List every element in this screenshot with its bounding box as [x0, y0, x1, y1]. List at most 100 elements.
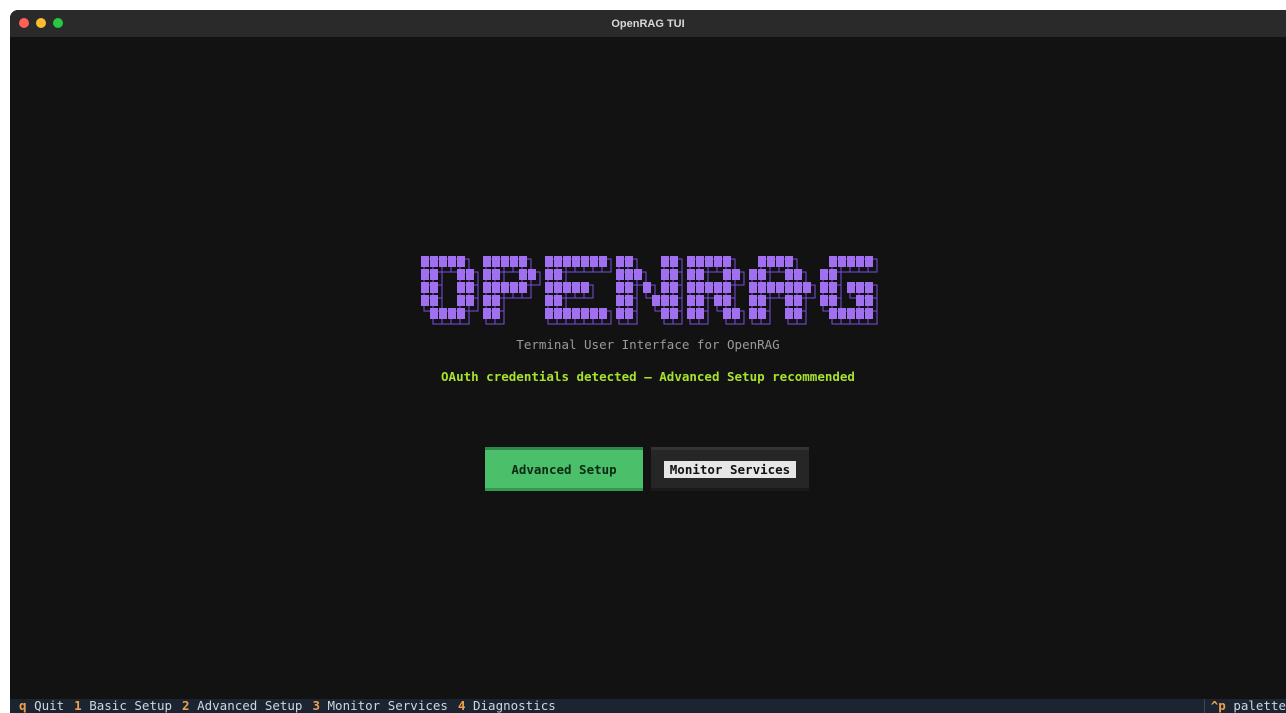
- logo-block: [670, 295, 678, 306]
- logo-block: [794, 295, 802, 306]
- logo-block: [714, 256, 722, 267]
- terminal-window: OpenRAG TUI Terminal User Interface for …: [10, 10, 1286, 713]
- logo-block: [545, 282, 553, 293]
- logo-block: [466, 295, 474, 306]
- oauth-notice: OAuth credentials detected — Advanced Se…: [441, 369, 855, 384]
- logo-block: [794, 282, 802, 293]
- logo-block: [625, 256, 633, 267]
- footer-palette-binding[interactable]: ^p palette: [1203, 699, 1286, 713]
- logo-block: [519, 269, 527, 280]
- logo-block: [528, 269, 536, 280]
- logo-block: [856, 295, 864, 306]
- logo-block: [670, 256, 678, 267]
- logo-block: [457, 295, 465, 306]
- logo-block: [545, 256, 553, 267]
- footer-binding-advanced-setup[interactable]: 2 Advanced Setup: [182, 698, 302, 713]
- close-window-button[interactable]: [19, 18, 29, 28]
- logo-block: [581, 308, 589, 319]
- logo-block: [670, 269, 678, 280]
- logo-block: [519, 256, 527, 267]
- logo-block: [616, 295, 624, 306]
- logo-block: [696, 269, 704, 280]
- logo-block: [492, 308, 500, 319]
- logo-block: [448, 308, 456, 319]
- logo-block: [767, 282, 775, 293]
- logo-block: [483, 308, 491, 319]
- logo-block: [732, 269, 740, 280]
- logo-block: [519, 282, 527, 293]
- logo-block: [723, 269, 731, 280]
- logo-block: [421, 295, 429, 306]
- logo-block: [581, 256, 589, 267]
- logo-block: [705, 282, 713, 293]
- window-controls: [19, 18, 63, 28]
- logo-block: [785, 308, 793, 319]
- logo-block: [625, 295, 633, 306]
- logo-block: [545, 308, 553, 319]
- logo-block: [767, 256, 775, 267]
- logo-block: [625, 308, 633, 319]
- logo-block: [696, 256, 704, 267]
- logo-block: [829, 282, 837, 293]
- footer-binding-quit[interactable]: q Quit: [19, 698, 64, 713]
- window-title: OpenRAG TUI: [611, 17, 685, 30]
- monitor-services-button[interactable]: Monitor Services: [651, 447, 809, 491]
- footer-binding-monitor-services[interactable]: 3 Monitor Services: [312, 698, 447, 713]
- logo-block: [457, 256, 465, 267]
- logo-block: [696, 295, 704, 306]
- advanced-setup-label: Advanced Setup: [511, 461, 617, 477]
- logo-block: [599, 308, 607, 319]
- logo-block: [510, 282, 518, 293]
- logo-block: [590, 256, 598, 267]
- logo-block: [847, 256, 855, 267]
- logo-block: [758, 269, 766, 280]
- logo-block: [457, 308, 465, 319]
- logo-block: [785, 256, 793, 267]
- footer-binding-basic-setup[interactable]: 1 Basic Setup: [74, 698, 172, 713]
- logo-block: [687, 295, 695, 306]
- footer-binding-diagnostics[interactable]: 4 Diagnostics: [458, 698, 556, 713]
- logo-block: [563, 282, 571, 293]
- logo-block: [572, 308, 580, 319]
- logo-block: [865, 256, 873, 267]
- logo-block: [439, 256, 447, 267]
- logo-block: [687, 256, 695, 267]
- logo-block: [758, 256, 766, 267]
- logo-block: [457, 282, 465, 293]
- logo-block: [696, 308, 704, 319]
- footer-bindings: q Quit 1 Basic Setup 2 Advanced Setup 3 Mon…: [19, 699, 556, 713]
- logo-block: [661, 308, 669, 319]
- logo-block: [705, 256, 713, 267]
- logo-block: [820, 269, 828, 280]
- logo-block: [492, 256, 500, 267]
- logo-block: [625, 282, 633, 293]
- logo-block: [714, 295, 722, 306]
- logo-block: [466, 282, 474, 293]
- logo-block: [829, 269, 837, 280]
- logo-block: [590, 308, 598, 319]
- logo-block: [723, 256, 731, 267]
- logo-block: [856, 256, 864, 267]
- logo-block: [749, 269, 757, 280]
- logo-block: [545, 269, 553, 280]
- logo-block: [492, 269, 500, 280]
- main-content: Terminal User Interface for OpenRAG OAut…: [10, 37, 1286, 699]
- advanced-setup-button[interactable]: Advanced Setup: [485, 447, 643, 491]
- logo-block: [554, 282, 562, 293]
- logo-block: [643, 282, 651, 293]
- logo-block: [865, 282, 873, 293]
- logo-block: [421, 269, 429, 280]
- logo-block: [749, 308, 757, 319]
- logo-block: [856, 308, 864, 319]
- zoom-window-button[interactable]: [53, 18, 63, 28]
- logo-block: [785, 282, 793, 293]
- footer-bar: q Quit 1 Basic Setup 2 Advanced Setup 3 Mon…: [10, 699, 1286, 713]
- logo-block: [829, 308, 837, 319]
- logo-block: [847, 282, 855, 293]
- logo-block: [687, 282, 695, 293]
- logo-block: [749, 295, 757, 306]
- logo-block: [492, 282, 500, 293]
- logo-block: [554, 256, 562, 267]
- logo-block: [820, 295, 828, 306]
- minimize-window-button[interactable]: [36, 18, 46, 28]
